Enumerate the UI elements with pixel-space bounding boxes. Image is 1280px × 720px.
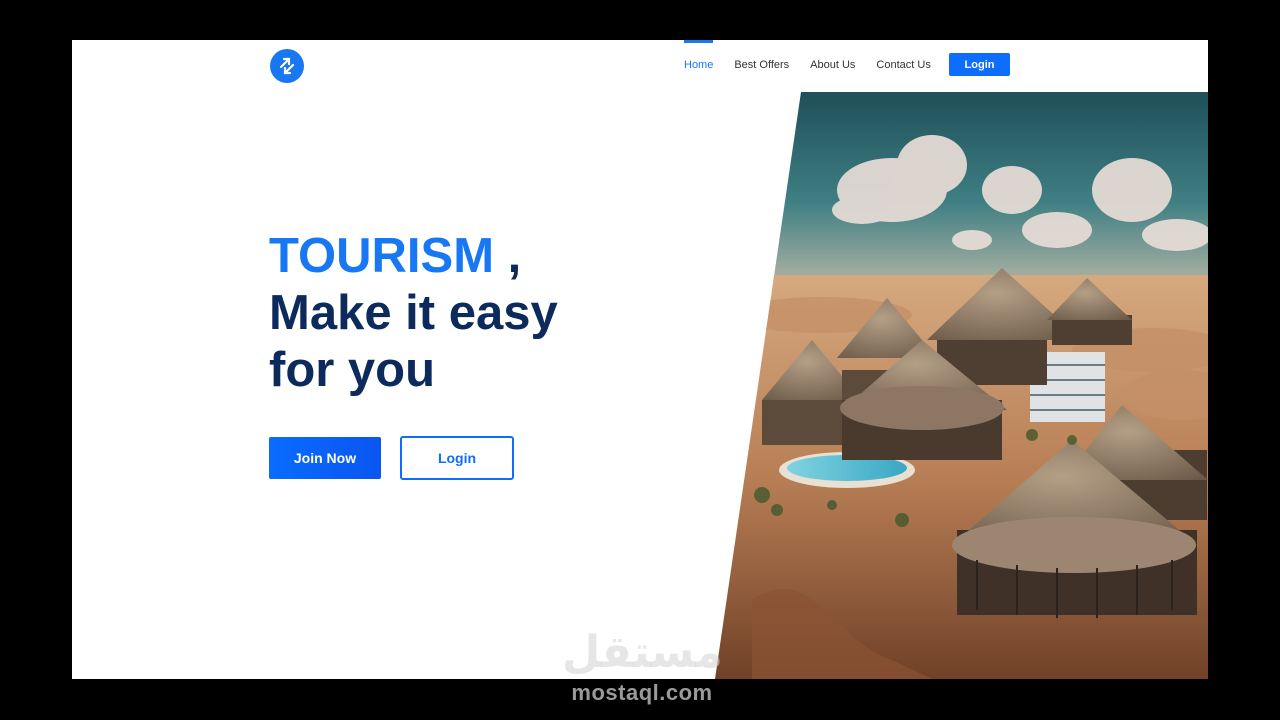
header-login-button[interactable]: Login (949, 53, 1010, 76)
logo[interactable] (270, 49, 304, 83)
nav-best-offers[interactable]: Best Offers (734, 40, 789, 90)
nav-contact-us[interactable]: Contact Us (876, 40, 930, 90)
page-frame: Home Best Offers About Us Contact Us Log… (72, 40, 1208, 679)
join-now-button[interactable]: Join Now (269, 437, 381, 479)
main-nav: Home Best Offers About Us Contact Us (684, 40, 952, 90)
hero-title-accent: TOURISM (269, 229, 495, 283)
watermark-url: mostaql.com (571, 680, 713, 705)
hero-title-line2: Make it easy (269, 286, 558, 340)
hero-title-comma: , (494, 229, 522, 283)
nav-about-us[interactable]: About Us (810, 40, 855, 90)
sync-arrows-icon (279, 57, 295, 75)
hero-title-line3: for you (269, 343, 436, 397)
watermark-arabic: مستقل (562, 627, 723, 678)
hero-login-button[interactable]: Login (400, 436, 514, 480)
nav-home[interactable]: Home (684, 40, 714, 90)
hero-title: TOURISM , Make it easy for you (269, 228, 689, 399)
